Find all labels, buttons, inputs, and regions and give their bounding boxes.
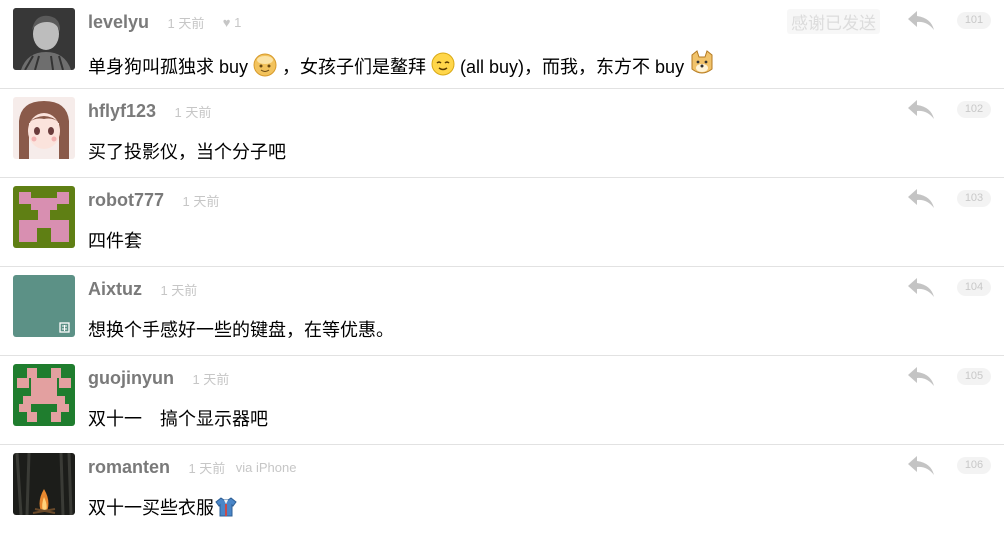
- comment-row: guojinyun 1 天前 双十一 搞个显示器吧 105: [0, 356, 1004, 445]
- floor-number-badge: 104: [957, 279, 991, 296]
- timestamp: 1 天前: [188, 461, 226, 476]
- floor-number-badge: 106: [957, 457, 991, 474]
- avatar[interactable]: [13, 8, 75, 70]
- timestamp: 1 天前: [192, 372, 230, 387]
- client-source: via iPhone: [235, 460, 297, 475]
- avatar[interactable]: [13, 97, 75, 159]
- reply-arrow-icon[interactable]: [906, 9, 936, 33]
- comment-text-part: (all buy)，而我，东方不 buy: [460, 57, 685, 77]
- comment-text: 双十一买些衣服: [88, 494, 241, 523]
- comment-text: 买了投影仪，当个分子吧: [88, 142, 286, 162]
- reply-arrow-icon[interactable]: [906, 454, 936, 478]
- comment-row: Aixtuz 1 天前 想换个手感好一些的键盘，在等优惠。 104: [0, 267, 1004, 356]
- username[interactable]: hflyf123: [88, 101, 156, 121]
- timestamp: 1 天前: [174, 105, 212, 120]
- comment-row: robot777 1 天前 四件套 103: [0, 178, 1004, 267]
- comment-text-part: 双十一买些衣服: [88, 498, 214, 518]
- shirt-emoji-icon: [215, 496, 237, 523]
- username[interactable]: Aixtuz: [88, 279, 142, 299]
- timestamp: 1 天前: [167, 16, 205, 31]
- avatar[interactable]: [13, 275, 75, 337]
- reply-arrow-icon[interactable]: [906, 187, 936, 211]
- floor-number-badge: 101: [957, 12, 991, 29]
- reply-arrow-icon[interactable]: [906, 365, 936, 389]
- floor-number-badge: 102: [957, 101, 991, 118]
- comment-row: romanten 1 天前 via iPhone 双十一买些衣服 106: [0, 445, 1004, 534]
- username[interactable]: robot777: [88, 190, 164, 210]
- comment-text: 四件套: [88, 231, 142, 251]
- username[interactable]: romanten: [88, 457, 170, 477]
- pie-face-emoji-icon: [252, 51, 278, 82]
- comment-list: levelyu 1 天前 ♥ 1 单身狗叫孤独求 buy ，女孩子们是鳌拜 (all…: [0, 0, 1004, 534]
- username[interactable]: levelyu: [88, 12, 149, 32]
- avatar[interactable]: [13, 186, 75, 248]
- like-count: ♥ 1: [222, 15, 242, 30]
- comment-text: 单身狗叫孤独求 buy ，女孩子们是鳌拜 (all buy)，而我，东方不 buy: [88, 49, 720, 82]
- timestamp: 1 天前: [182, 194, 220, 209]
- comment-text: 双十一 搞个显示器吧: [88, 409, 268, 429]
- username[interactable]: guojinyun: [88, 368, 174, 388]
- comment-text: 想换个手感好一些的键盘，在等优惠。: [88, 320, 394, 340]
- doge-emoji-icon: [688, 49, 716, 82]
- floor-number-badge: 103: [957, 190, 991, 207]
- avatar[interactable]: [13, 364, 75, 426]
- relieved-face-emoji-icon: [430, 51, 456, 82]
- comment-row: levelyu 1 天前 ♥ 1 单身狗叫孤独求 buy ，女孩子们是鳌拜 (all…: [0, 0, 1004, 89]
- timestamp: 1 天前: [160, 283, 198, 298]
- reply-arrow-icon[interactable]: [906, 276, 936, 300]
- avatar[interactable]: [13, 453, 75, 515]
- comment-text-part: 单身狗叫孤独求 buy: [88, 57, 249, 77]
- reply-arrow-icon[interactable]: [906, 98, 936, 122]
- comment-row: hflyf123 1 天前 买了投影仪，当个分子吧 102: [0, 89, 1004, 178]
- thanks-sent-button[interactable]: 感谢已发送: [787, 9, 880, 34]
- floor-number-badge: 105: [957, 368, 991, 385]
- comment-text-part: ，女孩子们是鳌拜: [282, 57, 427, 77]
